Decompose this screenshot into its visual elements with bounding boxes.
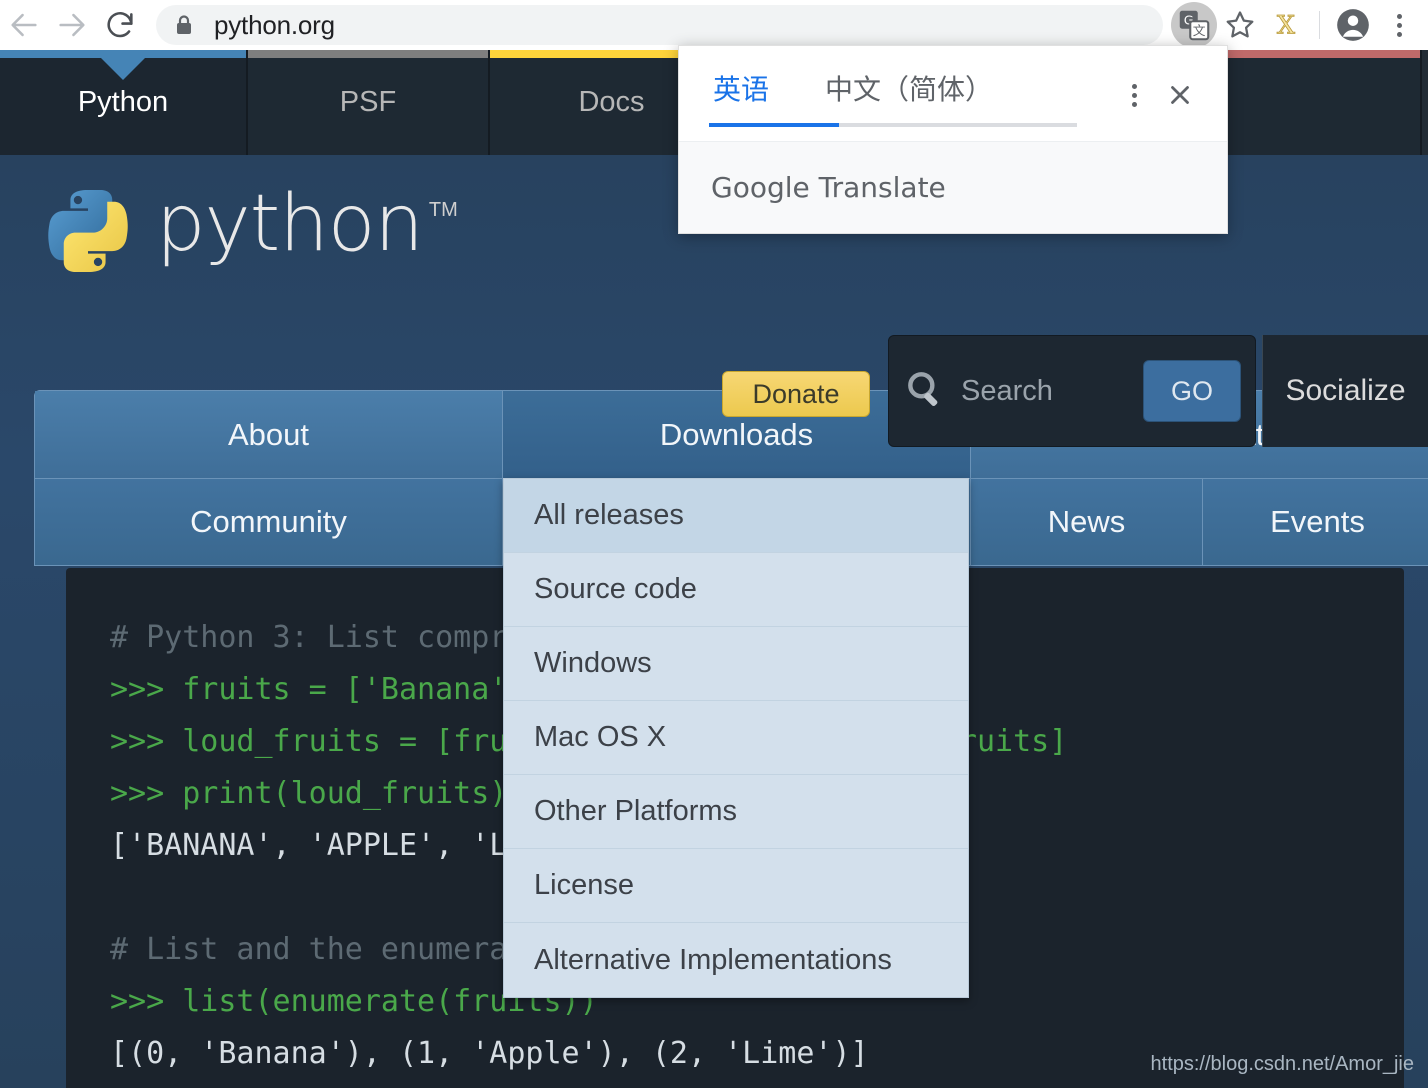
nav-item-label: Events xyxy=(1270,504,1365,539)
browser-toolbar: python.org G 文 X xyxy=(0,0,1428,50)
back-arrow-icon xyxy=(11,13,37,37)
dropdown-item-source-code[interactable]: Source code xyxy=(504,553,968,627)
translate-language-tabs: 英语 中文（简体） xyxy=(679,46,997,124)
translate-tab-target[interactable]: 中文（简体） xyxy=(821,68,997,124)
python-logo[interactable]: python TM xyxy=(42,185,458,277)
nav-item-community[interactable]: Community xyxy=(35,478,503,565)
search-input[interactable]: Search xyxy=(961,375,1143,408)
translate-button[interactable]: G 文 xyxy=(1171,2,1217,48)
chrome-menu-button[interactable] xyxy=(1376,2,1422,48)
profile-button[interactable] xyxy=(1330,2,1376,48)
dropdown-item-label: Source code xyxy=(534,573,697,605)
search-icon xyxy=(903,367,947,416)
dropdown-item-label: All releases xyxy=(534,499,684,531)
brand-translate: Translate xyxy=(809,171,946,204)
address-bar[interactable]: python.org xyxy=(156,5,1163,45)
forward-button[interactable] xyxy=(48,1,96,49)
bookmark-button[interactable] xyxy=(1217,2,1263,48)
extension-x-icon: X xyxy=(1276,10,1296,41)
active-tab-caret-icon xyxy=(101,58,145,80)
dropdown-item-label: Mac OS X xyxy=(534,721,667,753)
nav-item-label: Downloads xyxy=(659,416,814,452)
downloads-dropdown-menu: All releases Source code Windows Mac OS X Ot… xyxy=(503,478,969,998)
toolbar-divider xyxy=(1319,11,1320,39)
overflow-menu-icon xyxy=(1131,83,1137,107)
translate-tab-underline xyxy=(709,123,1077,127)
nav-item-events[interactable]: Events xyxy=(1203,478,1428,565)
meta-tab-python[interactable]: Python xyxy=(0,50,248,155)
close-icon xyxy=(1171,86,1189,104)
python-wordmark: python xyxy=(156,179,424,269)
nav-item-label: Community xyxy=(190,504,347,539)
dropdown-item-other-platforms[interactable]: Other Platforms xyxy=(504,775,968,849)
meta-tab-label: PSF xyxy=(339,86,397,118)
extension-button[interactable]: X xyxy=(1263,2,1309,48)
translate-popup-actions xyxy=(1111,46,1227,118)
nav-item-about[interactable]: About xyxy=(35,391,503,478)
translate-popup-footer: Google Translate xyxy=(679,141,1227,233)
dropdown-item-license[interactable]: License xyxy=(504,849,968,923)
meta-tab-label: Docs xyxy=(578,86,645,118)
dropdown-item-label: Windows xyxy=(534,647,652,679)
reload-button[interactable] xyxy=(96,1,144,49)
dropdown-item-windows[interactable]: Windows xyxy=(504,627,968,701)
dropdown-item-mac-os-x[interactable]: Mac OS X xyxy=(504,701,968,775)
url-text[interactable]: python.org xyxy=(214,10,335,41)
google-translate-popup: 英语 中文（简体） Google Translate xyxy=(678,45,1228,234)
meta-tab-accent-bar xyxy=(0,50,246,58)
nav-item-label: About xyxy=(227,416,309,452)
meta-tab-psf[interactable]: PSF xyxy=(248,50,490,155)
translate-tab-source[interactable]: 英语 xyxy=(709,68,773,124)
screen: Python PSF Docs Community python xyxy=(0,0,1428,1088)
profile-avatar-icon xyxy=(1337,9,1369,41)
reload-icon xyxy=(107,12,133,38)
meta-tab-label: Python xyxy=(77,86,169,118)
back-button[interactable] xyxy=(0,1,48,49)
brand-google: Google xyxy=(711,171,810,204)
nav-item-label: News xyxy=(1047,504,1126,539)
google-translate-brand: Google Translate xyxy=(711,171,946,204)
bookmark-star-icon xyxy=(1226,11,1254,38)
svg-text:文: 文 xyxy=(1193,24,1206,39)
donate-button[interactable]: Donate xyxy=(722,371,870,417)
lock-icon xyxy=(172,13,196,37)
dropdown-item-alternative-implementations[interactable]: Alternative Implementations xyxy=(504,923,968,997)
dropdown-item-label: Other Platforms xyxy=(534,795,738,827)
translate-close-button[interactable] xyxy=(1157,72,1203,118)
translate-icon: G 文 xyxy=(1179,10,1210,41)
nav-item-news[interactable]: News xyxy=(971,478,1203,565)
python-logo-icon xyxy=(48,190,128,272)
trademark-mark: TM xyxy=(428,199,458,221)
watermark-text: https://blog.csdn.net/Amor_jie xyxy=(1150,1053,1414,1075)
translate-options-button[interactable] xyxy=(1111,72,1157,118)
svg-text:X: X xyxy=(1277,11,1296,41)
dropdown-item-all-releases[interactable]: All releases xyxy=(504,479,968,553)
dropdown-item-label: Alternative Implementations xyxy=(534,943,892,976)
translate-popup-header: 英语 中文（简体） xyxy=(679,46,1227,141)
site-search-box[interactable]: Search GO xyxy=(888,335,1256,447)
socialize-link[interactable]: Socialize xyxy=(1262,335,1428,447)
dropdown-item-label: License xyxy=(534,869,634,901)
chrome-menu-icon xyxy=(1396,13,1402,37)
browser-action-icons: G 文 X xyxy=(1171,2,1428,48)
search-go-button[interactable]: GO xyxy=(1143,360,1241,422)
forward-arrow-icon xyxy=(59,13,85,37)
meta-tab-accent-bar xyxy=(248,50,488,58)
